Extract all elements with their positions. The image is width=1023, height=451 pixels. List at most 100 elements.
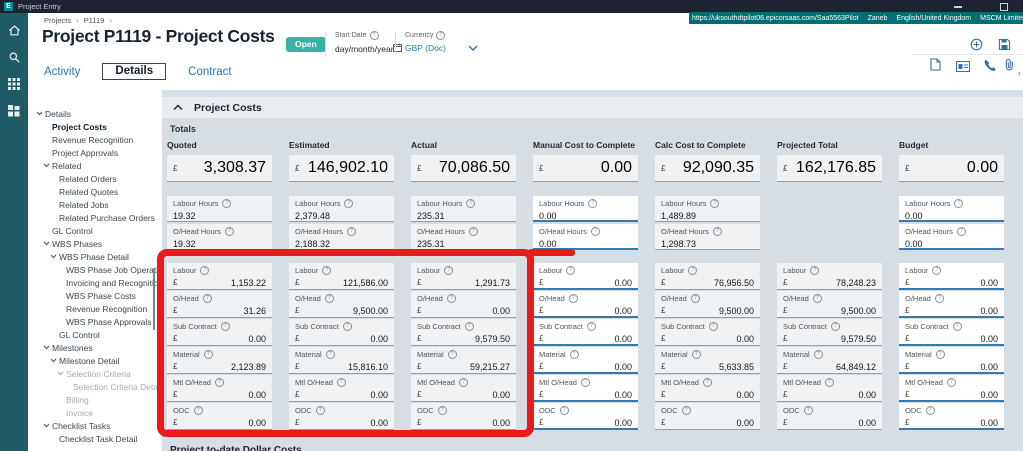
tree-item-billing[interactable]: Billing bbox=[28, 393, 162, 406]
tree-item-related-jobs[interactable]: Related Jobs bbox=[28, 198, 162, 211]
field-budget-ohead-hours[interactable]: O/Head Hours? 0.00 bbox=[899, 224, 1004, 250]
info-icon[interactable]: ? bbox=[444, 266, 454, 275]
tab-details[interactable]: Details bbox=[102, 63, 167, 80]
field-manual-cost-to-complete-odc[interactable]: ODC? £0.00 bbox=[533, 403, 638, 430]
chevron-down-icon[interactable] bbox=[50, 358, 59, 363]
tree-item-gl-control[interactable]: GL Control bbox=[28, 224, 162, 237]
chevron-down-icon[interactable] bbox=[36, 111, 45, 116]
info-icon[interactable]: ? bbox=[568, 294, 578, 303]
tree-item-milestones[interactable]: Milestones bbox=[28, 341, 162, 354]
tree-item-wbs-phase-job-operations[interactable]: WBS Phase Job Operations bbox=[28, 263, 162, 276]
tab-contract[interactable]: Contract bbox=[188, 66, 231, 78]
tree-item-checklist-tasks[interactable]: Checklist Tasks bbox=[28, 419, 162, 432]
info-icon[interactable]: ? bbox=[200, 266, 210, 275]
phone-icon[interactable] bbox=[983, 58, 996, 76]
info-icon[interactable]: ? bbox=[202, 294, 212, 303]
panel-collapse-icon[interactable]: ‹ bbox=[1018, 68, 1021, 78]
info-icon[interactable]: ? bbox=[956, 227, 966, 236]
info-icon[interactable]: ? bbox=[712, 227, 722, 236]
chevron-down-icon[interactable] bbox=[468, 39, 478, 57]
info-icon[interactable]: ? bbox=[708, 322, 718, 331]
tree-item-invoice[interactable]: Invoice bbox=[28, 406, 162, 419]
tree-item-invoicing-and-recognition[interactable]: Invoicing and Recognition bbox=[28, 276, 162, 289]
field-manual-cost-to-complete-labour[interactable]: Labour? £0.00 bbox=[533, 263, 638, 290]
chevron-down-icon[interactable] bbox=[43, 345, 52, 350]
field-budget-labour-hours[interactable]: Labour Hours? 0.00 bbox=[899, 196, 1004, 222]
info-icon[interactable]: ? bbox=[342, 322, 352, 331]
tree-item-wbs-phase-costs[interactable]: WBS Phase Costs bbox=[28, 289, 162, 302]
info-icon[interactable]: ? bbox=[812, 294, 822, 303]
info-icon[interactable]: ? bbox=[447, 350, 457, 359]
start-date-input[interactable]: day/month/year bbox=[335, 44, 394, 54]
tree-item-project-approvals[interactable]: Project Approvals bbox=[28, 146, 162, 159]
info-icon[interactable]: ? bbox=[588, 199, 598, 208]
tree-item-related-orders[interactable]: Related Orders bbox=[28, 172, 162, 185]
apps-grid-icon[interactable] bbox=[7, 77, 21, 91]
info-icon[interactable]: ? bbox=[220, 322, 230, 331]
info-icon[interactable]: ? bbox=[813, 350, 823, 359]
field-manual-cost-to-complete-ohead[interactable]: O/Head? £0.00 bbox=[533, 291, 638, 318]
info-icon[interactable]: ? bbox=[586, 322, 596, 331]
info-icon[interactable]: ? bbox=[681, 406, 691, 415]
tree-item-revenue-recognition[interactable]: Revenue Recognition bbox=[28, 302, 162, 315]
chevron-down-icon[interactable] bbox=[57, 371, 66, 376]
tree-item-project-costs[interactable]: Project Costs bbox=[28, 120, 162, 133]
info-icon[interactable]: ? bbox=[691, 350, 701, 359]
chevron-down-icon[interactable] bbox=[43, 241, 52, 246]
field-manual-cost-to-complete-material[interactable]: Material? £0.00 bbox=[533, 347, 638, 374]
info-icon[interactable]: ? bbox=[690, 294, 700, 303]
tree-item-related-purchase-orders[interactable]: Related Purchase Orders bbox=[28, 211, 162, 224]
tree-item-wbs-phase-detail[interactable]: WBS Phase Detail bbox=[28, 250, 162, 263]
field-manual-cost-to-complete-ohead-hours[interactable]: O/Head Hours? 0.00 bbox=[533, 224, 638, 250]
tree-item-milestone-detail[interactable]: Milestone Detail bbox=[28, 354, 162, 367]
info-icon[interactable]: ? bbox=[830, 322, 840, 331]
field-manual-cost-to-complete-mtl-ohead[interactable]: Mtl O/Head? £0.00 bbox=[533, 375, 638, 402]
chevron-up-icon[interactable] bbox=[173, 104, 183, 111]
info-icon[interactable]: ? bbox=[932, 266, 942, 275]
info-icon[interactable]: ? bbox=[203, 350, 213, 359]
info-icon[interactable]: ? bbox=[222, 199, 232, 208]
maximize-button[interactable] bbox=[1000, 3, 1008, 11]
field-manual-cost-to-complete-sub-contract[interactable]: Sub Contract? £0.00 bbox=[533, 319, 638, 346]
info-icon[interactable]: ? bbox=[569, 350, 579, 359]
chevron-down-icon[interactable] bbox=[50, 254, 59, 259]
info-icon[interactable]: ? bbox=[810, 266, 820, 275]
info-icon[interactable]: ? bbox=[324, 294, 334, 303]
tree-item-selection-criteria-detail[interactable]: Selection Criteria Detail bbox=[28, 380, 162, 393]
tree-item-related-quotes[interactable]: Related Quotes bbox=[28, 185, 162, 198]
info-icon[interactable]: ? bbox=[934, 294, 944, 303]
new-document-icon[interactable] bbox=[929, 58, 941, 76]
info-icon[interactable]: ? bbox=[322, 266, 332, 275]
info-icon[interactable]: ? bbox=[193, 406, 203, 415]
info-icon[interactable]: ? bbox=[803, 406, 813, 415]
tree-item-related[interactable]: Related bbox=[28, 159, 162, 172]
info-icon[interactable]: ? bbox=[688, 266, 698, 275]
field-manual-cost-to-complete-labour-hours[interactable]: Labour Hours? 0.00 bbox=[533, 196, 638, 222]
info-icon[interactable]: ? bbox=[346, 227, 356, 236]
calendar-icon[interactable] bbox=[392, 43, 402, 54]
field-budget-mtl-ohead[interactable]: Mtl O/Head? £0.00 bbox=[899, 375, 1004, 402]
info-icon[interactable]: ? bbox=[824, 378, 834, 387]
info-icon[interactable]: ? bbox=[325, 350, 335, 359]
info-icon[interactable]: ? bbox=[468, 227, 478, 236]
minimize-button[interactable] bbox=[954, 6, 962, 8]
tree-item-selection-criteria[interactable]: Selection Criteria bbox=[28, 367, 162, 380]
info-icon[interactable]: ? bbox=[566, 266, 576, 275]
field-budget-labour[interactable]: Labour? £0.00 bbox=[899, 263, 1004, 290]
info-icon[interactable]: ? bbox=[336, 378, 346, 387]
info-icon[interactable]: ? bbox=[466, 199, 476, 208]
tree-item-wbs-phase-approvals[interactable]: WBS Phase Approvals bbox=[28, 315, 162, 328]
info-icon[interactable]: ? bbox=[559, 406, 569, 415]
dashboard-tiles-icon[interactable] bbox=[7, 104, 21, 118]
info-icon[interactable]: ? bbox=[446, 294, 456, 303]
field-budget-odc[interactable]: ODC? £0.00 bbox=[899, 403, 1004, 430]
contact-card-icon[interactable] bbox=[955, 59, 971, 77]
info-icon[interactable]: ? bbox=[710, 199, 720, 208]
paperclip-icon[interactable] bbox=[1004, 58, 1014, 76]
info-icon[interactable]: ? bbox=[369, 31, 379, 40]
info-icon[interactable]: ? bbox=[580, 378, 590, 387]
chevron-down-icon[interactable] bbox=[43, 423, 52, 428]
tree-item-checklist-task-detail[interactable]: Checklist Task Detail bbox=[28, 432, 162, 445]
info-icon[interactable]: ? bbox=[954, 199, 964, 208]
info-icon[interactable]: ? bbox=[935, 350, 945, 359]
